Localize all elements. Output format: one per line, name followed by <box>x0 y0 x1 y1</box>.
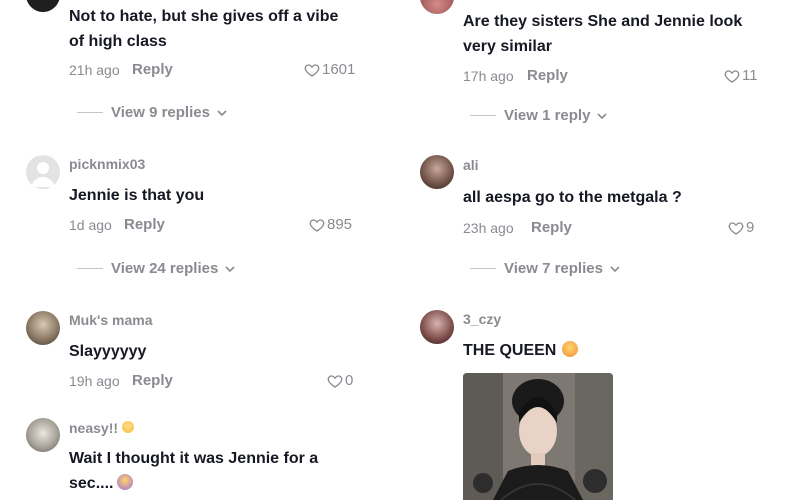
view-replies-button[interactable]: View 1 reply <box>470 107 608 124</box>
view-replies-button[interactable]: View 9 replies <box>77 104 228 121</box>
avatar[interactable] <box>26 418 60 452</box>
username[interactable]: ali <box>463 157 479 173</box>
like-button[interactable]: 0 <box>327 372 353 389</box>
like-button[interactable]: 1601 <box>304 61 355 78</box>
comment-text: Are they sisters She and Jennie look <box>463 13 743 30</box>
comment-text: sec.... <box>69 471 134 496</box>
comment-time: 23h ago <box>463 220 514 236</box>
grin-emoji-icon <box>122 421 135 433</box>
like-count: 1601 <box>322 61 356 78</box>
comment-time: 19h ago <box>69 373 120 389</box>
heart-icon <box>728 221 744 235</box>
reply-button[interactable]: Reply <box>527 67 568 84</box>
comment-text: very similar <box>463 38 552 55</box>
like-button[interactable]: 9 <box>728 219 754 236</box>
username[interactable]: neasy!! <box>69 420 135 436</box>
comment-text: all aespa go to the metgala ? <box>463 189 682 206</box>
chevron-down-icon <box>610 265 620 272</box>
default-avatar-icon <box>31 162 55 187</box>
divider <box>470 268 496 269</box>
heart-icon <box>327 374 343 388</box>
like-count: 11 <box>742 67 758 84</box>
avatar[interactable] <box>420 310 454 344</box>
divider <box>77 112 103 113</box>
view-replies-label: View 24 replies <box>111 260 219 277</box>
reply-button[interactable]: Reply <box>124 216 165 233</box>
avatar[interactable] <box>420 155 454 189</box>
divider <box>470 115 496 116</box>
like-count: 0 <box>345 372 354 389</box>
comment-text: of high class <box>69 33 167 50</box>
heart-icon <box>309 218 325 232</box>
comment-text: Not to hate, but she gives off a vibe <box>69 8 339 25</box>
reply-button[interactable]: Reply <box>132 372 173 389</box>
view-replies-button[interactable]: View 24 replies <box>77 260 236 277</box>
comment-text: THE QUEEN <box>463 338 579 363</box>
comment-text: Jennie is that you <box>69 187 205 204</box>
avatar[interactable] <box>420 0 454 14</box>
kiss-emoji-icon <box>562 341 579 357</box>
comment-time: 21h ago <box>69 62 120 78</box>
view-replies-label: View 1 reply <box>504 107 591 124</box>
reply-button[interactable]: Reply <box>531 219 572 236</box>
chevron-down-icon <box>225 265 235 272</box>
comment-text: Wait I thought it was Jennie for a <box>69 450 319 467</box>
view-replies-label: View 7 replies <box>504 260 603 277</box>
chevron-down-icon <box>217 109 227 116</box>
username[interactable]: Muk's mama <box>69 312 152 328</box>
comment-time: 1d ago <box>69 217 112 233</box>
comment-text: Slayyyyyy <box>69 343 147 360</box>
like-count: 9 <box>746 219 755 236</box>
username[interactable]: picknmix03 <box>69 156 145 172</box>
like-button[interactable]: 895 <box>309 216 352 233</box>
chevron-down-icon <box>597 112 608 119</box>
reply-button[interactable]: Reply <box>132 61 173 78</box>
username[interactable]: 3_czy <box>463 311 501 327</box>
avatar[interactable] <box>26 155 60 189</box>
view-replies-label: View 9 replies <box>111 104 210 121</box>
like-count: 895 <box>327 216 353 233</box>
heart-icon <box>724 69 740 83</box>
comment-time: 17h ago <box>463 68 514 84</box>
photo-content <box>463 373 613 500</box>
comment-image[interactable] <box>463 373 613 500</box>
heart-icon <box>304 63 320 77</box>
like-button[interactable]: 11 <box>724 67 758 84</box>
divider <box>77 268 103 269</box>
view-replies-button[interactable]: View 7 replies <box>470 260 621 277</box>
shocked-emoji-icon <box>117 474 134 490</box>
avatar[interactable] <box>26 0 60 12</box>
avatar[interactable] <box>26 311 60 345</box>
